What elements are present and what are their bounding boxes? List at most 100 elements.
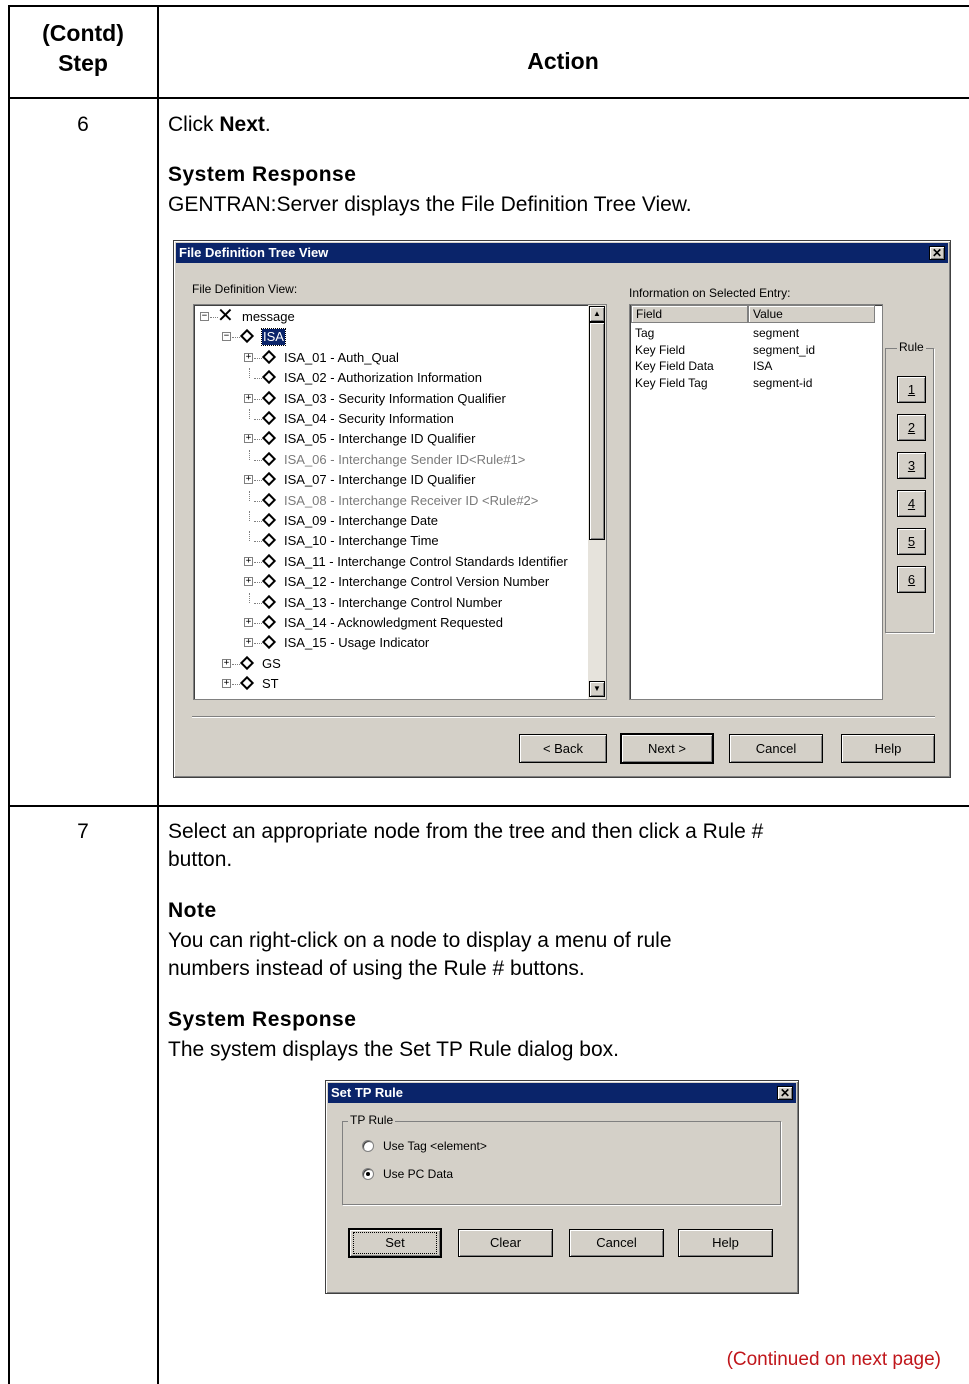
dialog-title: File Definition Tree View	[179, 245, 329, 260]
use-pc-data-radio[interactable]	[362, 1168, 374, 1180]
tree-connector	[254, 602, 262, 604]
tree-node[interactable]: + ISA_14 - Acknowledgment Requested	[194, 613, 586, 633]
tree-node[interactable]: ISA_04 - Security Information	[194, 409, 586, 429]
rule-button[interactable]: 3	[897, 452, 926, 479]
tree-node[interactable]: ISA_13 - Interchange Control Number	[194, 592, 586, 613]
next-button[interactable]: Next >	[620, 733, 714, 764]
tree-connector	[254, 419, 262, 420]
rule-button-label: 4	[907, 496, 916, 511]
tree-node[interactable]: + ISA_07 - Interchange ID Qualifier	[194, 470, 586, 490]
expand-icon[interactable]: +	[244, 352, 253, 362]
rule-dialog-title: Set TP Rule	[331, 1085, 404, 1100]
rule-button[interactable]: 6	[897, 566, 926, 593]
file-definition-tree-view-dialog: File Definition Tree View ✕ File Definit…	[173, 240, 951, 778]
scroll-thumb[interactable]	[589, 322, 605, 540]
tree-node[interactable]: − ✕ message	[194, 305, 586, 327]
use-tag-label[interactable]: Use Tag <element>	[383, 1139, 487, 1153]
diamond-icon	[261, 533, 277, 548]
tree-node[interactable]: + ISA_12 - Interchange Control Version Nu…	[194, 572, 586, 592]
use-pc-data-label[interactable]: Use PC Data	[383, 1167, 453, 1181]
rule-cancel-button[interactable]: Cancel	[569, 1229, 664, 1257]
tree-node[interactable]: ISA_08 - Interchange Receiver ID <Rule#2…	[194, 490, 586, 511]
diamond-icon	[239, 655, 255, 670]
expand-icon[interactable]: +	[222, 658, 231, 668]
info-value-cell: segment	[753, 326, 800, 340]
tp-rule-group-label: TP Rule	[348, 1113, 396, 1127]
use-tag-radio[interactable]	[362, 1140, 374, 1152]
tree-connector	[254, 500, 262, 502]
expand-icon[interactable]: +	[244, 638, 253, 648]
rule-button[interactable]: 4	[897, 490, 926, 517]
tree-node[interactable]: − ISA	[194, 327, 586, 347]
tree-node[interactable]: + GS	[194, 654, 586, 674]
expand-icon[interactable]: +	[222, 679, 231, 689]
close-icon[interactable]: ✕	[929, 246, 945, 260]
tree-connector	[254, 582, 262, 584]
cancel-button[interactable]: Cancel	[729, 734, 823, 763]
collapse-icon[interactable]: −	[222, 332, 231, 342]
tree-node[interactable]: + ISA_01 - Auth_Qual	[194, 348, 586, 368]
tree-node[interactable]: + ISA_05 - Interchange ID Qualifier	[194, 429, 586, 449]
tree-node[interactable]: + ST	[194, 674, 586, 694]
rule-button-label: 1	[907, 382, 916, 397]
collapse-icon[interactable]: −	[200, 312, 209, 321]
expand-icon[interactable]: +	[244, 434, 253, 444]
diamond-icon	[261, 349, 277, 364]
tree-node[interactable]: ISA_09 - Interchange Date	[194, 511, 586, 531]
table-left-border	[8, 5, 10, 1384]
tree-connector	[249, 449, 250, 460]
info-field-cell: Key Field Data	[635, 359, 714, 373]
back-button[interactable]: < Back	[519, 734, 607, 763]
tree-node-label: ISA_12 - Interchange Control Version Num…	[284, 574, 550, 590]
set-button-focus: Set	[353, 1232, 437, 1254]
table-top-border	[8, 5, 969, 7]
rule-button[interactable]: 2	[897, 414, 926, 441]
tree-connector	[254, 643, 262, 645]
scroll-up-icon[interactable]: ▲	[589, 306, 605, 322]
field-column-header[interactable]: Field	[631, 305, 748, 323]
expand-icon[interactable]: +	[244, 475, 253, 485]
tree-connector	[254, 480, 262, 482]
tree-node-label: ISA_04 - Security Information	[284, 411, 454, 426]
tree-node[interactable]: + ISA_15 - Usage Indicator	[194, 633, 586, 653]
rule-help-button[interactable]: Help	[678, 1229, 773, 1257]
help-button[interactable]: Help	[841, 734, 935, 763]
value-column-header[interactable]: Value	[748, 305, 875, 323]
scroll-down-icon[interactable]: ▼	[589, 681, 605, 697]
expand-icon[interactable]: +	[244, 618, 253, 627]
tree-connector	[232, 337, 240, 339]
diamond-icon	[239, 676, 255, 691]
clear-button[interactable]: Clear	[458, 1229, 553, 1257]
tree-node-label: ISA_06 - Interchange Sender ID<Rule#1>	[284, 451, 526, 467]
set-button[interactable]: Set	[348, 1228, 442, 1258]
selected-entry-list[interactable]: Field Value Tag segment Key Field segment_i…	[629, 304, 883, 700]
system-response-text: GENTRAN:Server displays the File Definit…	[168, 193, 692, 216]
expand-icon[interactable]: +	[244, 577, 253, 587]
radio-selected-dot	[366, 1172, 370, 1176]
expand-icon[interactable]: +	[244, 556, 253, 566]
tree-node-label: message	[242, 309, 295, 324]
continued-note: (Continued on next page)	[726, 1349, 941, 1370]
tree-node[interactable]: + ISA_03 - Security Information Qualifier	[194, 389, 586, 409]
tree-node-label: ISA_11 - Interchange Control Standards I…	[284, 553, 568, 569]
dialog-title-bar: File Definition Tree View	[176, 243, 948, 263]
tree-view[interactable]: − ✕ message − ISA + ISA_01 - Auth_Qual ISA_02 -…	[193, 304, 607, 700]
note-heading: Note	[168, 899, 217, 922]
expand-icon[interactable]: +	[244, 393, 253, 403]
diamond-icon	[261, 553, 277, 568]
tree-scrollbar[interactable]: ▲ ▼	[588, 305, 606, 699]
tree-node[interactable]: ISA_10 - Interchange Time	[194, 531, 586, 551]
rule-button[interactable]: 1	[897, 376, 926, 403]
tree-node[interactable]: ISA_06 - Interchange Sender ID<Rule#1>	[194, 449, 586, 470]
rule-button[interactable]: 5	[897, 528, 926, 555]
tree-node[interactable]: ISA_02 - Authorization Information	[194, 368, 586, 388]
tree-connector	[254, 623, 262, 624]
diamond-icon	[261, 512, 277, 528]
selected-entry-label: Information on Selected Entry:	[629, 286, 791, 300]
tree-node[interactable]: + ISA_11 - Interchange Control Standards …	[194, 552, 586, 572]
column-divider	[157, 5, 159, 1384]
tree-connector	[254, 378, 262, 380]
diamond-icon	[261, 614, 277, 630]
close-icon[interactable]: ✕	[777, 1086, 793, 1100]
tree-node-label: ISA_10 - Interchange Time	[284, 533, 439, 549]
